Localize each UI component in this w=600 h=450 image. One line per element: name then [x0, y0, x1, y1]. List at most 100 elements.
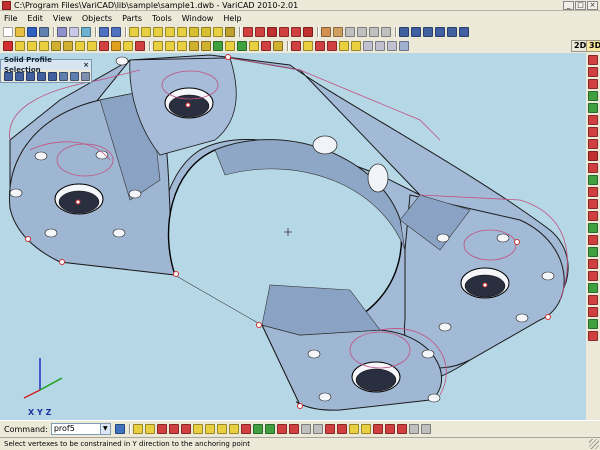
- view-3d-button[interactable]: 3D: [586, 40, 600, 52]
- box-icon[interactable]: [129, 27, 139, 37]
- right-tool-8-icon[interactable]: [588, 139, 598, 149]
- right-tool-20-icon[interactable]: [588, 283, 598, 293]
- print-icon[interactable]: [69, 27, 79, 37]
- view-rotate-icon[interactable]: [447, 27, 457, 37]
- zoom-out-icon[interactable]: [357, 27, 367, 37]
- open-folder-icon[interactable]: [15, 27, 25, 37]
- zoom-previous-icon[interactable]: [369, 27, 379, 37]
- chamfer-icon[interactable]: [63, 41, 73, 51]
- new-file-icon[interactable]: [3, 27, 13, 37]
- wireframe-icon[interactable]: [387, 41, 397, 51]
- view-top-icon[interactable]: [411, 27, 421, 37]
- cone-icon[interactable]: [153, 27, 163, 37]
- hole-icon[interactable]: [75, 41, 85, 51]
- menu-edit[interactable]: Edit: [22, 14, 48, 23]
- right-tool-12-icon[interactable]: [588, 187, 598, 197]
- cmd-tool-20-icon[interactable]: [360, 424, 371, 434]
- cmd-tool-24-icon[interactable]: [408, 424, 419, 434]
- command-input[interactable]: prof5: [50, 423, 101, 435]
- solid-intersect-icon[interactable]: [39, 41, 49, 51]
- tube-icon[interactable]: [213, 27, 223, 37]
- interference-icon[interactable]: [327, 41, 337, 51]
- select-edge-icon[interactable]: [15, 72, 24, 81]
- pyramid-icon[interactable]: [189, 27, 199, 37]
- shading-icon[interactable]: [375, 41, 385, 51]
- split-icon[interactable]: [135, 41, 145, 51]
- anchor-icon[interactable]: [59, 72, 68, 81]
- right-tool-11-icon[interactable]: [588, 175, 598, 185]
- shell-icon[interactable]: [303, 27, 313, 37]
- right-tool-23-icon[interactable]: [588, 319, 598, 329]
- minimize-button[interactable]: _: [563, 0, 574, 10]
- cmd-tool-16-icon[interactable]: [312, 424, 323, 434]
- cmd-tool-8-icon[interactable]: [216, 424, 227, 434]
- right-tool-21-icon[interactable]: [588, 295, 598, 305]
- right-tool-5-icon[interactable]: [588, 103, 598, 113]
- sphere-icon[interactable]: [165, 27, 175, 37]
- scale-icon[interactable]: [201, 41, 211, 51]
- cmd-tool-23-icon[interactable]: [396, 424, 407, 434]
- zoom-window-icon[interactable]: [321, 27, 331, 37]
- right-tool-4-icon[interactable]: [588, 91, 598, 101]
- properties-icon[interactable]: [339, 41, 349, 51]
- right-tool-6-icon[interactable]: [588, 115, 598, 125]
- resize-grip-icon[interactable]: [589, 439, 599, 449]
- array-icon[interactable]: [189, 41, 199, 51]
- revolve-icon[interactable]: [243, 27, 253, 37]
- right-tool-3-icon[interactable]: [588, 79, 598, 89]
- sweep-icon[interactable]: [279, 27, 289, 37]
- delete-icon[interactable]: [3, 41, 13, 51]
- torus-icon[interactable]: [177, 27, 187, 37]
- close-button[interactable]: ×: [587, 0, 598, 10]
- cut-icon[interactable]: [99, 41, 109, 51]
- helix-icon[interactable]: [291, 27, 301, 37]
- pan-icon[interactable]: [381, 27, 391, 37]
- cmd-tool-1-icon[interactable]: [132, 424, 143, 434]
- layer-icon[interactable]: [273, 41, 283, 51]
- group-icon[interactable]: [213, 41, 223, 51]
- rib-icon[interactable]: [123, 41, 133, 51]
- view-front-icon[interactable]: [399, 27, 409, 37]
- prism-icon[interactable]: [201, 27, 211, 37]
- right-tool-24-icon[interactable]: [588, 331, 598, 341]
- mirror-icon[interactable]: [177, 41, 187, 51]
- cmd-tool-14-icon[interactable]: [288, 424, 299, 434]
- right-tool-14-icon[interactable]: [588, 211, 598, 221]
- command-dropdown-button[interactable]: ▼: [100, 423, 111, 435]
- panel-close-button[interactable]: ×: [83, 60, 91, 70]
- zoom-all-icon[interactable]: [333, 27, 343, 37]
- explode-icon[interactable]: [261, 41, 271, 51]
- menu-file[interactable]: File: [0, 14, 22, 23]
- section-icon[interactable]: [291, 41, 301, 51]
- cmd-tool-3-icon[interactable]: [156, 424, 167, 434]
- right-tool-7-icon[interactable]: [588, 127, 598, 137]
- cylinder-icon[interactable]: [141, 27, 151, 37]
- cmd-tool-25-icon[interactable]: [420, 424, 431, 434]
- menu-parts[interactable]: Parts: [117, 14, 147, 23]
- undo-icon[interactable]: [99, 27, 109, 37]
- render-icon[interactable]: [363, 41, 373, 51]
- menu-objects[interactable]: Objects: [77, 14, 117, 23]
- right-tool-22-icon[interactable]: [588, 307, 598, 317]
- move-icon[interactable]: [153, 41, 163, 51]
- cmd-tool-22-icon[interactable]: [384, 424, 395, 434]
- view-side-icon[interactable]: [423, 27, 433, 37]
- fillet-icon[interactable]: [51, 41, 61, 51]
- cmd-tool-21-icon[interactable]: [372, 424, 383, 434]
- part-icon[interactable]: [249, 41, 259, 51]
- menu-tools[interactable]: Tools: [147, 14, 177, 23]
- cmd-tool-15-icon[interactable]: [300, 424, 311, 434]
- finish-icon[interactable]: [70, 72, 79, 81]
- color-icon[interactable]: [399, 41, 409, 51]
- assembly-icon[interactable]: [237, 41, 247, 51]
- calculator-icon[interactable]: [81, 27, 91, 37]
- view-bottom-icon[interactable]: [459, 27, 469, 37]
- cmd-tool-5-icon[interactable]: [180, 424, 191, 434]
- cmd-tool-2-icon[interactable]: [144, 424, 155, 434]
- right-tool-1-icon[interactable]: [588, 55, 598, 65]
- solid-add-icon[interactable]: [15, 41, 25, 51]
- right-tool-2-icon[interactable]: [588, 67, 598, 77]
- save-icon[interactable]: [27, 27, 37, 37]
- panel-title-bar[interactable]: Solid Profile Selection ×: [1, 56, 91, 74]
- right-tool-10-icon[interactable]: [588, 163, 598, 173]
